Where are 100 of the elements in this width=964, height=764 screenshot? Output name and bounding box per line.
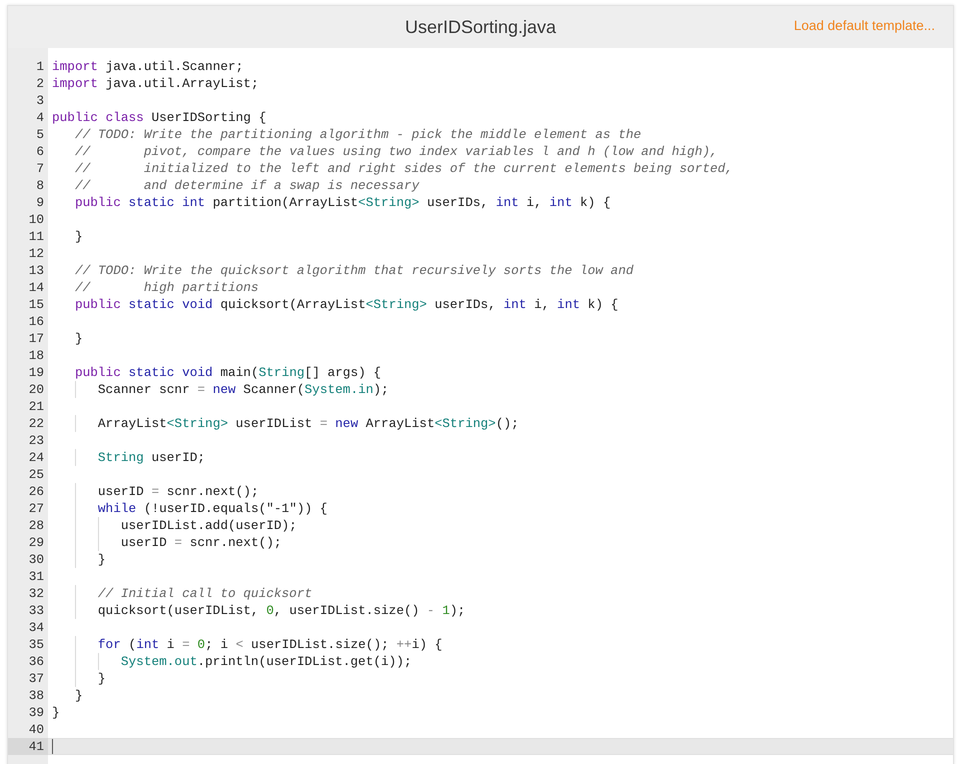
code-line: while (!userID.equals("-1")) { — [98, 500, 328, 517]
line-number: 32 — [28, 585, 44, 602]
line-number: 11 — [28, 228, 44, 245]
code-line: public static void main(String[] args) { — [74, 364, 382, 381]
editor-row[interactable]: 32 // Initial call to quicksort — [8, 585, 953, 602]
line-number: 29 — [28, 534, 44, 551]
line-number: 13 — [28, 262, 44, 279]
line-number: 31 — [28, 568, 44, 585]
line-number: 14 — [28, 279, 44, 296]
line-number: 41 — [28, 738, 44, 755]
code-line: // high partitions — [74, 279, 259, 296]
editor-row[interactable]: 38 } — [8, 687, 953, 704]
line-number: 2 — [36, 75, 44, 92]
editor-row[interactable]: 31 — [8, 568, 953, 585]
editor-row[interactable]: 11 } — [8, 228, 953, 245]
editor-row[interactable]: 16 — [8, 313, 953, 330]
line-number: 6 — [36, 143, 44, 160]
editor-row[interactable]: 34 — [8, 619, 953, 636]
editor-row[interactable]: 18 — [8, 347, 953, 364]
line-number: 38 — [28, 687, 44, 704]
editor-row[interactable]: 35 for (int i = 0; i < userIDList.size(); ++i) { — [8, 636, 953, 653]
line-number: 22 — [28, 415, 44, 432]
editor-row[interactable]: 20 Scanner scnr = new Scanner(System.in); — [8, 381, 953, 398]
code-line: // pivot, compare the values using two index variables l and h (low and high), — [74, 143, 718, 160]
editor-row[interactable]: 29 userID = scnr.next(); — [8, 534, 953, 551]
code-line: public class UserIDSorting { — [52, 109, 266, 126]
editor-row[interactable]: 14 // high partitions — [8, 279, 953, 296]
line-number: 27 — [28, 500, 44, 517]
text-cursor — [52, 739, 53, 754]
code-line: } — [74, 228, 83, 245]
line-number: 37 — [28, 670, 44, 687]
line-number: 16 — [28, 313, 44, 330]
line-number: 5 — [36, 126, 44, 143]
line-number: 40 — [28, 721, 44, 738]
editor-row[interactable]: 8 // and determine if a swap is necessary — [8, 177, 953, 194]
line-number: 18 — [28, 347, 44, 364]
editor-row[interactable]: 26 userID = scnr.next(); — [8, 483, 953, 500]
editor-row[interactable]: 19 public static void main(String[] args) { — [8, 364, 953, 381]
editor-row[interactable]: 30 } — [8, 551, 953, 568]
editor-row[interactable]: 39 } — [8, 704, 953, 721]
editor-row[interactable]: 15 public static void quicksort(ArrayList<String> userIDs, int i, int k) { — [8, 296, 953, 313]
code-line: // and determine if a swap is necessary — [74, 177, 420, 194]
line-number: 19 — [28, 364, 44, 381]
line-number: 8 — [36, 177, 44, 194]
code-line: ArrayList<String> userIDList = new ArrayList<String>(); — [98, 415, 519, 432]
code-line: for (int i = 0; i < userIDList.size(); ++i) { — [98, 636, 442, 653]
line-number: 23 — [28, 432, 44, 449]
code-line: userID = scnr.next(); — [98, 483, 259, 500]
code-line: public static int partition(ArrayList<String> userIDs, int i, int k) { — [74, 194, 611, 211]
line-number: 34 — [28, 619, 44, 636]
editor-row[interactable]: 40 — [8, 721, 953, 738]
line-number: 39 — [28, 704, 44, 721]
line-number: 26 — [28, 483, 44, 500]
editor-row[interactable]: 6 // pivot, compare the values using two index variables l and h (low and high), — [8, 143, 953, 160]
code-line: import java.util.ArrayList; — [52, 75, 259, 92]
editor-row[interactable]: 33 quicksort(userIDList, 0, userIDList.size() - 1); — [8, 602, 953, 619]
editor-row[interactable]: 37 } — [8, 670, 953, 687]
code-line: } — [74, 687, 83, 704]
code-editor[interactable] — [8, 48, 953, 764]
editor-row[interactable]: 24 String userID; — [8, 449, 953, 466]
line-number: 28 — [28, 517, 44, 534]
editor-row[interactable]: 23 — [8, 432, 953, 449]
editor-row[interactable]: 4 public class UserIDSorting { — [8, 109, 953, 126]
code-line: quicksort(userIDList, 0, userIDList.size() - 1); — [98, 602, 466, 619]
editor-row[interactable]: 28 userIDList.add(userID); — [8, 517, 953, 534]
editor-row[interactable]: 5 // TODO: Write the partitioning algorithm - pick the middle element as the — [8, 126, 953, 143]
line-number: 10 — [28, 211, 44, 228]
code-line: } — [52, 704, 60, 721]
editor-row[interactable]: 12 — [8, 245, 953, 262]
editor-row[interactable]: 10 — [8, 211, 953, 228]
editor-row[interactable]: 3 — [8, 92, 953, 109]
editor-row[interactable]: 21 — [8, 398, 953, 415]
editor-row[interactable]: 27 while (!userID.equals("-1")) { — [8, 500, 953, 517]
code-line: // TODO: Write the partitioning algorithm - pick the middle element as the — [74, 126, 642, 143]
editor-row[interactable]: 17 } — [8, 330, 953, 347]
editor-row[interactable]: 25 — [8, 466, 953, 483]
line-number: 24 — [28, 449, 44, 466]
line-number: 4 — [36, 109, 44, 126]
line-number: 3 — [36, 92, 44, 109]
editor-row[interactable]: 2 import java.util.ArrayList; — [8, 75, 953, 92]
editor-row[interactable]: 9 public static int partition(ArrayList<String> userIDs, int i, int k) { — [8, 194, 953, 211]
line-number: 21 — [28, 398, 44, 415]
editor-row[interactable]: 22 ArrayList<String> userIDList = new ArrayList<String>(); — [8, 415, 953, 432]
editor-row[interactable]: 36 System.out.println(userIDList.get(i)); — [8, 653, 953, 670]
editor-row[interactable]: 1 import java.util.Scanner; — [8, 58, 953, 75]
line-number: 15 — [28, 296, 44, 313]
editor-row[interactable]: 7 // initialized to the left and right sides of the current elements being sorted, — [8, 160, 953, 177]
editor-row[interactable]: 41 — [8, 738, 953, 755]
line-number: 33 — [28, 602, 44, 619]
code-line: } — [74, 330, 83, 347]
code-line: // TODO: Write the quicksort algorithm that recursively sorts the low and — [74, 262, 634, 279]
code-line: System.out.println(userIDList.get(i)); — [120, 653, 412, 670]
code-line: Scanner scnr = new Scanner(System.in); — [98, 381, 389, 398]
code-line: } — [98, 670, 106, 687]
editor-row[interactable]: 13 // TODO: Write the quicksort algorithm that recursively sorts the low and — [8, 262, 953, 279]
line-number: 12 — [28, 245, 44, 262]
code-line: } — [98, 551, 106, 568]
line-number: 36 — [28, 653, 44, 670]
line-number: 9 — [36, 194, 44, 211]
code-line: // initialized to the left and right sides of the current elements being sorted, — [74, 160, 733, 177]
